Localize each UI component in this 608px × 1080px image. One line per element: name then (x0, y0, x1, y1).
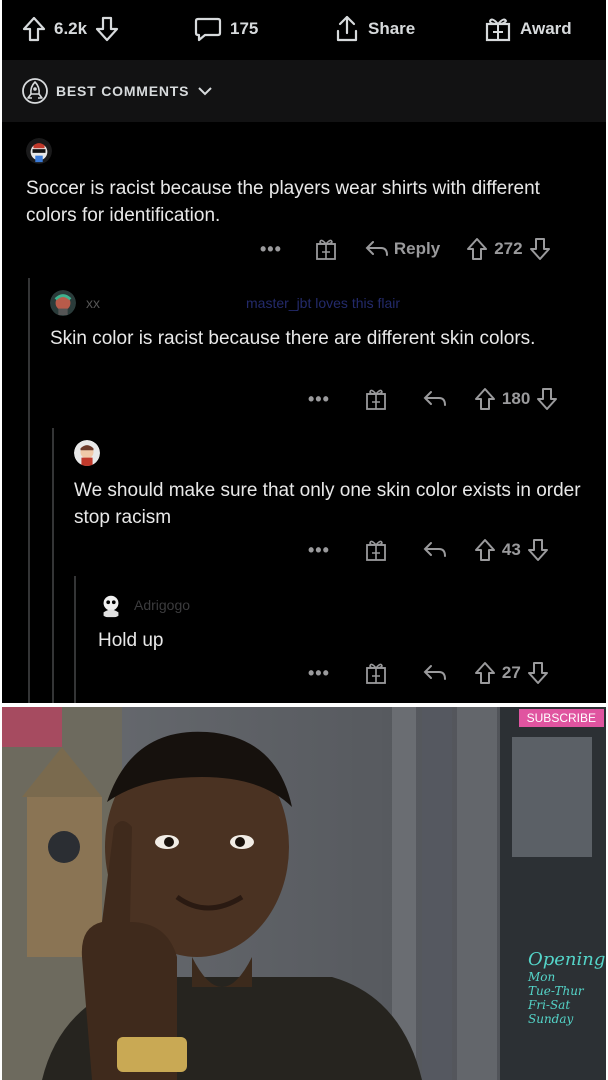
thread-line-level-1[interactable] (28, 278, 30, 703)
vote-score: 27 (501, 663, 521, 682)
meme-photo-roll-safe: SUBSCRIBE (2, 707, 606, 1080)
comment-body: Hold up (98, 630, 164, 651)
upvote-icon[interactable] (22, 16, 46, 42)
comments-button[interactable]: 175 (194, 14, 258, 44)
award-button[interactable]: Award (484, 14, 572, 44)
reply-button[interactable]: Reply (394, 239, 440, 259)
post-action-bar: 6.2k 175 Share Award (2, 0, 606, 58)
sort-bar: BEST COMMENTS (2, 60, 606, 122)
avatar[interactable] (26, 138, 52, 164)
comment-header (26, 138, 52, 164)
thread-line-level-3[interactable] (74, 576, 76, 703)
thread-line-level-2[interactable] (52, 428, 54, 703)
more-options-button[interactable]: ••• (260, 239, 282, 260)
award-gift-icon[interactable] (364, 387, 388, 411)
vote-score: 272 (494, 239, 523, 258)
downvote-icon[interactable] (527, 538, 549, 562)
share-label: Share (368, 19, 416, 38)
vote-count: 6.2k (54, 19, 88, 38)
comment-body: Soccer is racist because the players wea… (26, 178, 540, 226)
vote-group: 6.2k (22, 14, 119, 44)
upvote-icon[interactable] (474, 661, 496, 685)
username[interactable]: xx (86, 295, 100, 311)
sign-line: Sunday (528, 1012, 574, 1026)
opening-hours-sign: Opening Mon Tue-Thur Fri-Sat Sunday (528, 949, 606, 1027)
comment-body: We should make sure that only one skin c… (74, 480, 581, 528)
reply-icon[interactable] (422, 389, 448, 409)
upvote-icon[interactable] (466, 237, 488, 261)
comment-actions: ••• 180 (308, 384, 558, 414)
chevron-down-icon (198, 87, 213, 96)
reply-icon[interactable] (364, 239, 390, 259)
vote-score: 43 (501, 540, 521, 559)
award-gift-icon[interactable] (364, 661, 388, 685)
more-options-button[interactable]: ••• (308, 389, 330, 410)
more-options-button[interactable]: ••• (308, 663, 330, 684)
comment-icon (194, 17, 222, 42)
sign-line: Tue-Thur (528, 984, 584, 998)
comment-header: xx master_jbt loves this flair (50, 290, 400, 316)
comment-body: Skin color is racist because there are d… (50, 328, 536, 349)
meme-illustration (2, 707, 606, 1080)
upvote-icon[interactable] (474, 538, 496, 562)
award-gift-icon[interactable] (314, 237, 338, 261)
downvote-icon[interactable] (527, 661, 549, 685)
sign-line: Fri-Sat (528, 998, 571, 1012)
sign-line: Mon (528, 970, 556, 984)
sign-line: Opening (528, 949, 606, 970)
comment-actions: ••• 27 (308, 658, 549, 688)
vote-score: 180 (501, 389, 531, 408)
downvote-icon[interactable] (95, 16, 119, 42)
downvote-icon[interactable] (529, 237, 551, 261)
award-gift-icon (485, 18, 511, 42)
reply-icon[interactable] (422, 663, 448, 683)
rocket-icon (22, 78, 48, 104)
avatar[interactable] (98, 592, 124, 618)
reply-icon[interactable] (422, 540, 448, 560)
comment-count: 175 (230, 19, 259, 38)
sort-label: BEST COMMENTS (56, 83, 190, 99)
award-label: Award (520, 19, 572, 38)
comment-actions: ••• Reply 272 (260, 234, 551, 264)
comment-header: Adrigogo (98, 592, 190, 618)
avatar[interactable] (74, 440, 100, 466)
award-gift-icon[interactable] (364, 538, 388, 562)
sort-dropdown[interactable]: BEST COMMENTS (22, 78, 213, 104)
more-options-button[interactable]: ••• (308, 540, 330, 561)
upvote-icon[interactable] (474, 387, 496, 411)
downvote-icon[interactable] (536, 387, 558, 411)
share-button[interactable]: Share (334, 14, 415, 44)
comment-actions: ••• 43 (308, 535, 549, 565)
avatar[interactable] (50, 290, 76, 316)
username[interactable]: Adrigogo (134, 597, 190, 613)
reddit-comment-screen: 6.2k 175 Share Award BEST COMMENTS Socce… (2, 0, 606, 703)
user-flair: master_jbt loves this flair (246, 295, 401, 311)
comment-header (74, 440, 100, 466)
subscribe-button[interactable]: SUBSCRIBE (518, 709, 604, 727)
share-icon (336, 15, 358, 42)
